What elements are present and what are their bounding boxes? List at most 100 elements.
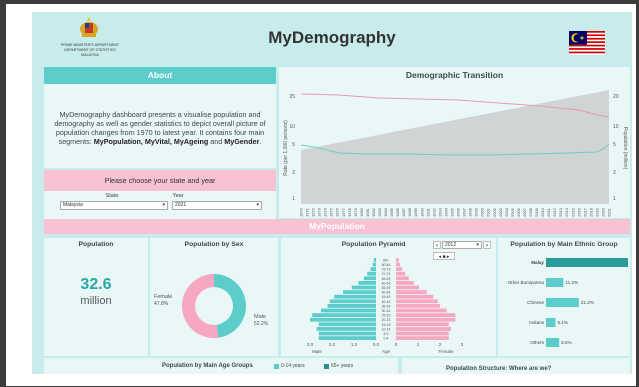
pyramid-female-bar[interactable] [396,262,400,267]
pyramid-female-bar[interactable] [396,327,451,331]
donut-male-slice[interactable] [214,274,246,338]
population-by-sex-card: Population by Sex Female 47.8% Male 52.2… [150,238,278,356]
pyramid-age-label: 60-64 [382,281,391,285]
state-label: State [105,193,119,199]
y-right-tick: 20 [613,94,619,100]
x-tick: 1970 [299,207,304,217]
pyramid-age-label: 25-29 [382,314,391,318]
pyramid-female-bar[interactable] [396,317,456,322]
x-tick: 1986 [395,207,400,217]
pyramid-female-bar[interactable] [396,313,456,317]
pyramid-male-bar[interactable] [372,262,376,267]
x-tick: 2008 [528,207,533,217]
x-tick: 1985 [389,207,394,217]
pyramid-female-bar[interactable] [396,285,420,290]
ethnic-label: Others [530,340,544,345]
y-left-tick: 2 [292,170,295,176]
x-tick: 2002 [492,207,497,217]
pyramid-female-bar[interactable] [396,299,438,304]
x-tick: 2012 [552,207,557,217]
pyramid-female-bar[interactable] [396,322,449,327]
x-tick: 1975 [329,207,334,217]
pyramid-female-bar[interactable] [396,281,414,285]
pyramid-female-tick: 2 [439,342,442,347]
pyramid-age-label: 30-34 [382,309,391,313]
pyramid-male-bar[interactable] [358,281,376,285]
x-tick: 2007 [522,207,527,217]
pyramid-male-bar[interactable] [373,258,376,262]
demographic-transition-chart: Rate (per 1,000 persons) Population (mil… [279,84,630,218]
pyramid-bars: 85+80-8475-7970-7465-6960-6455-5950-5445… [310,258,456,341]
donut-female-slice[interactable] [181,274,219,338]
ethnic-bar[interactable] [546,298,579,307]
x-tick: 1991 [425,207,430,217]
pyramid-male-bar[interactable] [312,313,376,317]
pyramid-female-bar[interactable] [396,290,427,294]
pyramid-female-bar[interactable] [396,276,409,281]
pyramid-female-bar[interactable] [396,304,440,308]
y-right-axis-label: Population (million) [622,127,628,170]
state-select[interactable]: Malaysia ▾ [60,201,168,210]
pyramid-male-bar[interactable] [367,271,376,276]
pyramid-male-bar[interactable] [363,276,376,281]
filter-heading: Please choose your state and year [44,170,276,191]
pyramid-male-bar[interactable] [321,308,376,313]
pyramid-female-tick: 1 [417,342,420,347]
pyramid-female-bar[interactable] [396,336,449,340]
y-left-tick: 10 [289,124,295,130]
population-card: Population 32.6 million [44,238,148,356]
pyramid-ticks: 3.0 2.0 1.0 0.0 0 1 2 3 [307,342,464,347]
pyramid-male-bar[interactable] [318,331,376,336]
x-tick: 2001 [486,207,491,217]
population-unit: million [80,295,112,307]
pyramid-male-bar[interactable] [318,336,376,340]
x-tick: 2021 [607,207,612,217]
pyramid-female-tick: 3 [461,342,464,347]
pyramid-female-bar[interactable] [396,267,403,271]
pyramid-age-label: 75-79 [382,268,391,272]
legend-65-plus: 65+ years [331,363,354,369]
pyramid-male-bar[interactable] [343,290,376,294]
pyramid-female-bar[interactable] [396,271,406,276]
pyramid-age-label: 65-69 [382,277,391,281]
pyramid-female-bar[interactable] [396,308,447,313]
mypopulation-heading: MyPopulation [44,219,630,234]
about-last-segment: MyGender [224,137,260,146]
pyramid-male-bar[interactable] [318,322,376,327]
pyramid-male-bar[interactable] [327,304,376,308]
x-tick: 1990 [419,207,424,217]
pyramid-female-bar[interactable] [396,258,399,262]
ethnic-label: Malay [531,260,544,265]
female-label: Female [154,294,172,300]
ethnic-bar[interactable] [546,278,564,287]
ethnic-bar[interactable] [546,318,556,327]
x-tick: 2011 [546,208,551,217]
ethnic-bar[interactable] [546,338,560,347]
legend-swatch-0-14 [274,364,279,369]
x-tick: 1983 [377,207,382,217]
x-tick: 1977 [341,207,346,217]
pyramid-age-label: 40-44 [382,300,391,304]
x-tick: 1976 [335,207,340,217]
x-tick: 2013 [558,207,563,217]
pyramid-male-bar[interactable] [351,285,376,290]
ethnic-label: Other Bumiputera [508,280,545,285]
pyramid-male-bar[interactable] [334,294,376,299]
x-tick: 1995 [449,207,454,217]
male-label: Male [254,314,266,320]
y-right-tick: 2 [613,170,616,176]
pyramid-age-label: 50-54 [382,291,391,295]
pyramid-male-bar[interactable] [310,317,376,322]
ethnic-bar[interactable] [546,258,628,267]
pyramid-female-bar[interactable] [396,331,449,336]
pyramid-male-tick: 2.0 [329,342,336,347]
x-tick: 2004 [504,207,509,217]
pyramid-male-bar[interactable] [316,327,376,331]
state-value: Malaysia [63,202,83,208]
demographic-transition-svg: Rate (per 1,000 persons) Population (mil… [283,90,628,217]
pyramid-age-label: 85+ [383,258,389,262]
pyramid-female-bar[interactable] [396,294,434,299]
pyramid-male-bar[interactable] [329,299,376,304]
year-select[interactable]: 2021 ▾ [172,201,262,210]
pyramid-male-bar[interactable] [370,267,377,271]
